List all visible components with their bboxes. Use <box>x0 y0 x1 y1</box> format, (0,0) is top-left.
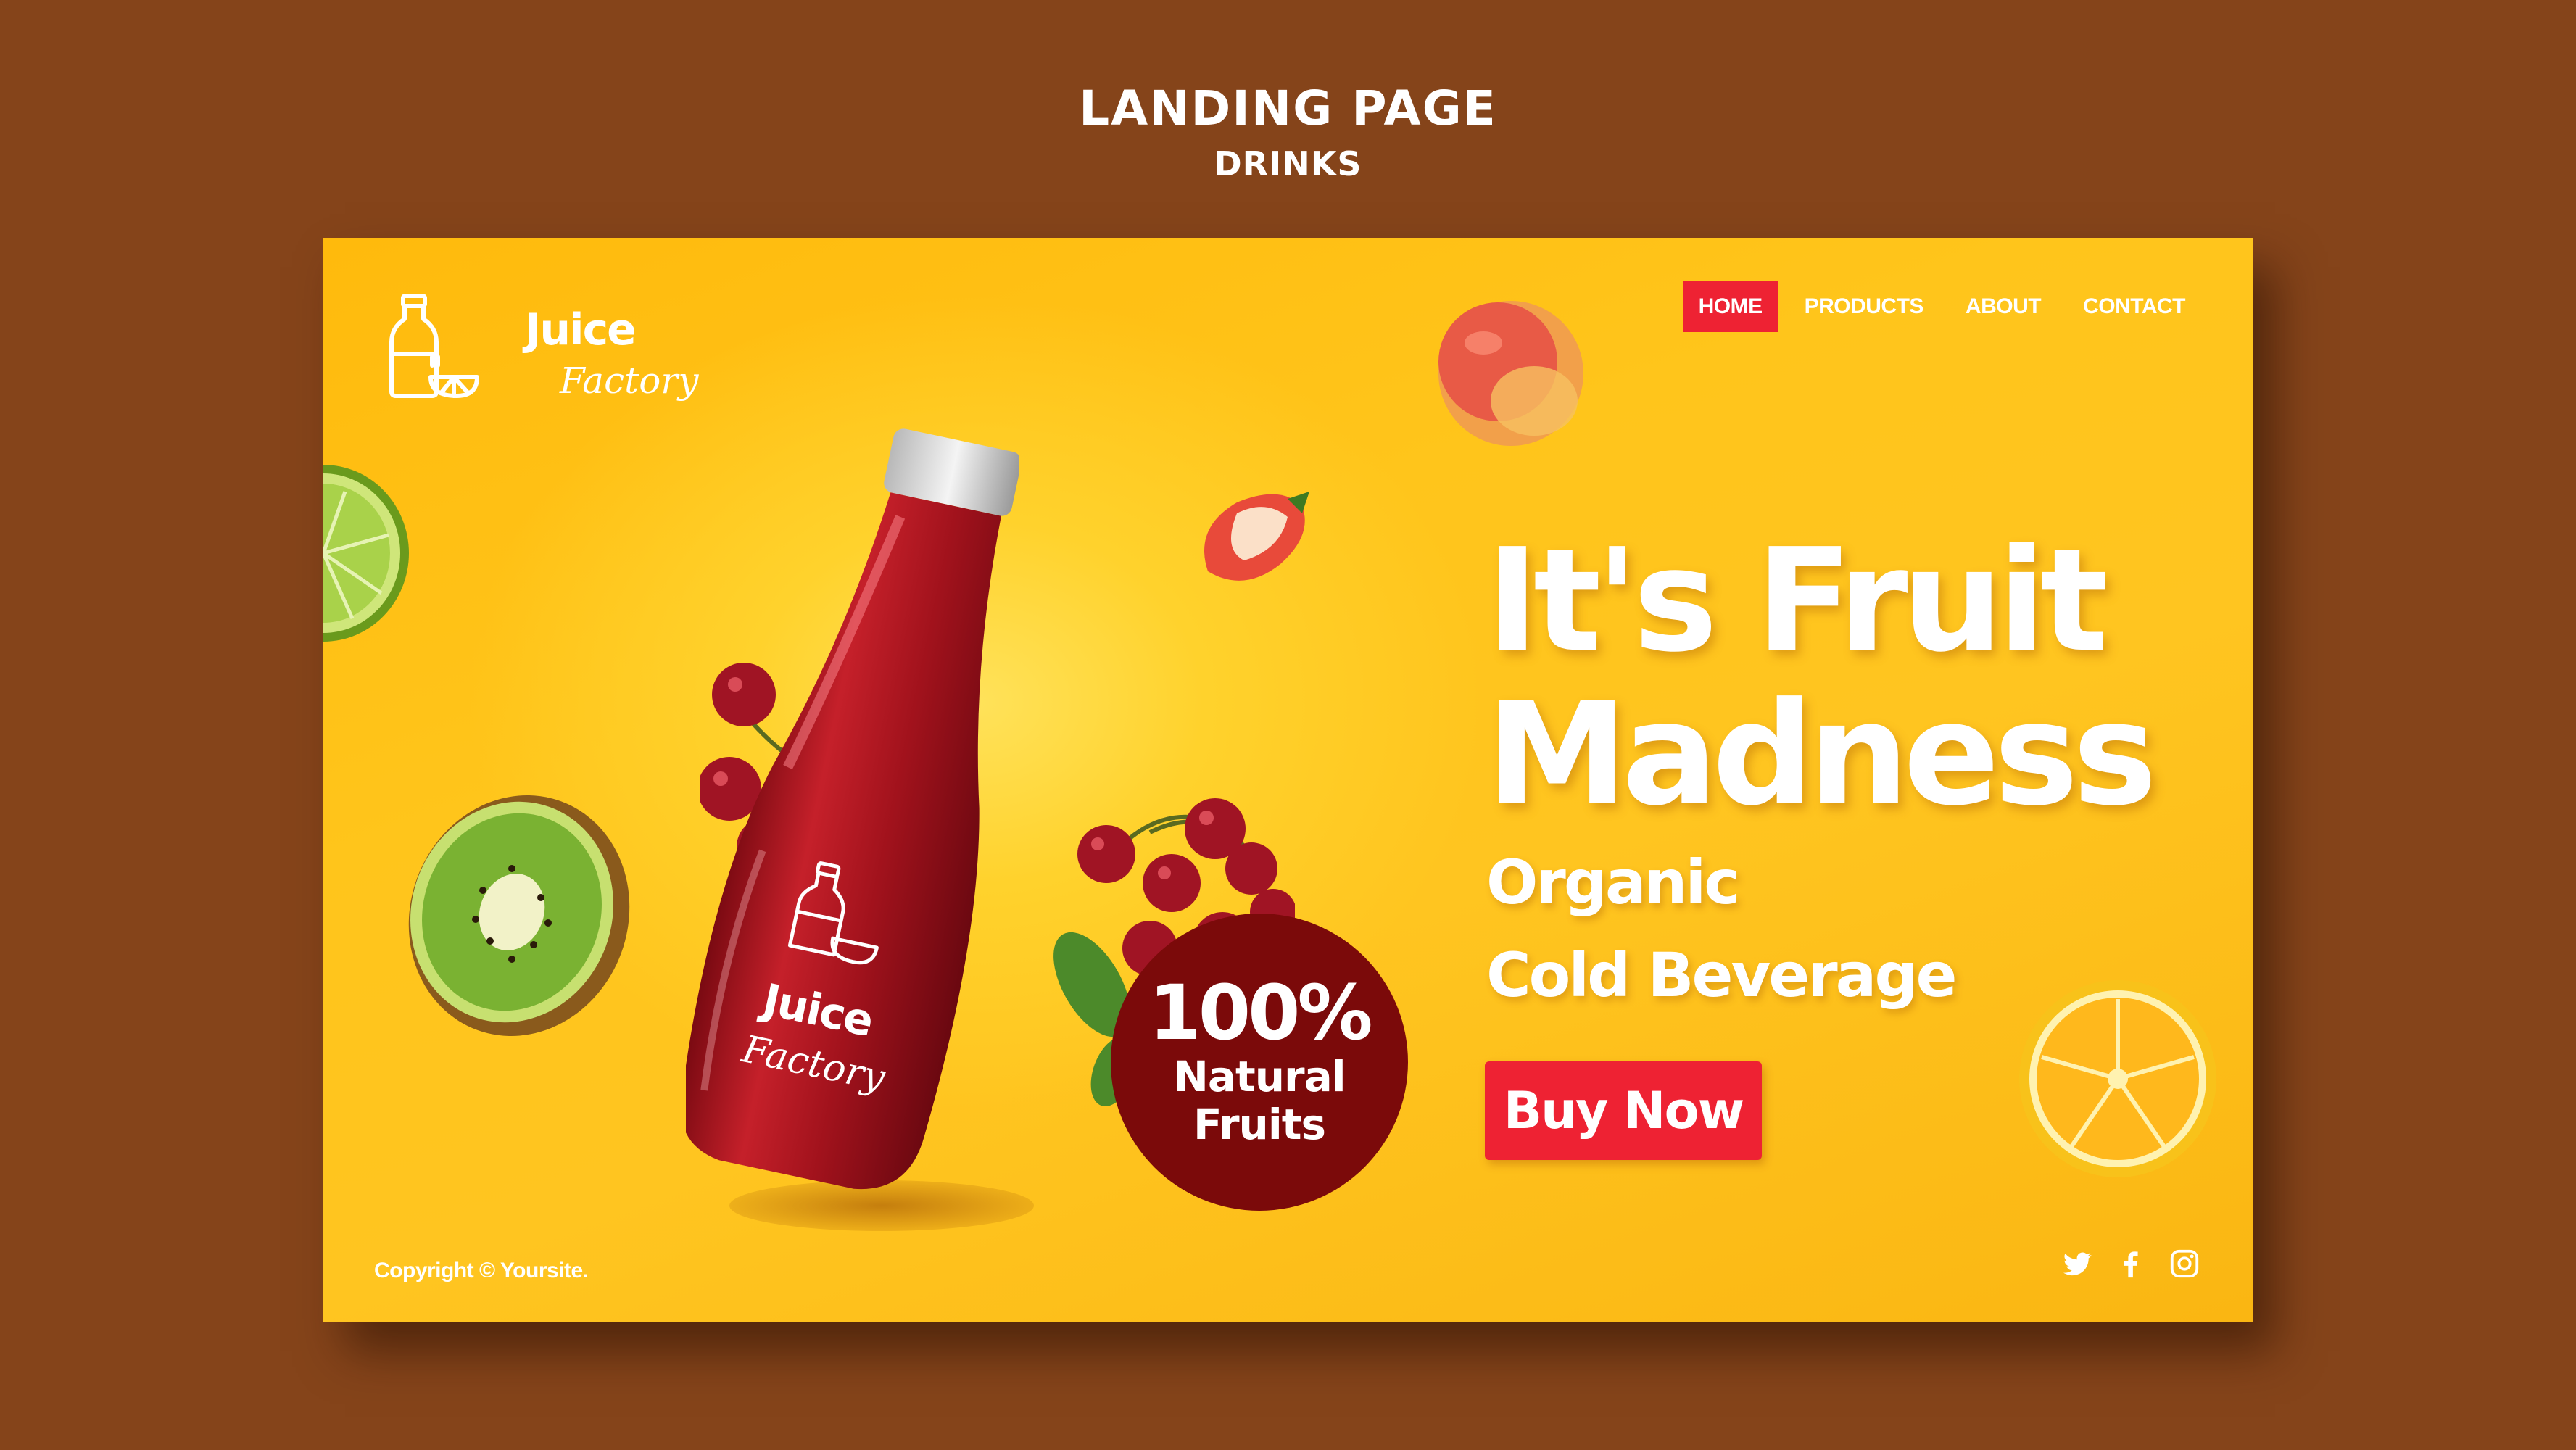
presentation-header: LANDING PAGE DRINKS <box>0 80 2576 186</box>
kiwi-image <box>408 795 630 1036</box>
badge-line-natural: Natural <box>1173 1052 1346 1101</box>
logo-text-factory: Factory <box>560 360 699 402</box>
badge-line-fruits: Fruits <box>1193 1100 1326 1149</box>
social-links <box>2061 1247 2201 1280</box>
logo-text-juice: Juice <box>525 304 637 355</box>
nav-item-home[interactable]: HOME <box>1682 281 1778 332</box>
facebook-icon[interactable] <box>2114 1247 2148 1280</box>
presentation-title: LANDING PAGE <box>1079 80 1497 136</box>
hero-subtitle-line2: Cold Beverage <box>1486 940 1957 1011</box>
natural-fruits-badge: 100% Natural Fruits <box>1111 914 1408 1211</box>
instagram-icon[interactable] <box>2168 1247 2201 1280</box>
juice-bottle-image: Juice Factory <box>686 428 1019 1190</box>
peach-image <box>1438 301 1583 446</box>
main-nav: HOME PRODUCTS ABOUT CONTACT <box>1682 281 2201 332</box>
lime-slice-image <box>323 465 409 642</box>
landing-page: Juice Factory HOME PRODUCTS ABOUT CONTAC… <box>323 238 2253 1322</box>
nav-item-products[interactable]: PRODUCTS <box>1789 281 1939 332</box>
buy-now-button[interactable]: Buy Now <box>1485 1061 1762 1160</box>
copyright-text: Copyright © Yoursite. <box>374 1259 589 1283</box>
nav-item-about[interactable]: ABOUT <box>1950 281 2057 332</box>
twitter-icon[interactable] <box>2061 1247 2094 1280</box>
badge-percent: 100% <box>1148 969 1372 1057</box>
hero: It's Fruit Madness Organic Cold Beverage <box>1486 518 2157 1017</box>
presentation-subtitle: DRINKS <box>1214 144 1362 183</box>
nav-item-contact[interactable]: CONTACT <box>2067 281 2201 332</box>
hero-title-line2: Madness <box>1486 672 2157 837</box>
hero-subtitle-line1: Organic <box>1486 847 1740 918</box>
hero-title-line1: It's Fruit <box>1486 518 2108 684</box>
juice-bottle-logo-icon <box>389 294 479 398</box>
logo[interactable]: Juice Factory <box>387 290 698 413</box>
